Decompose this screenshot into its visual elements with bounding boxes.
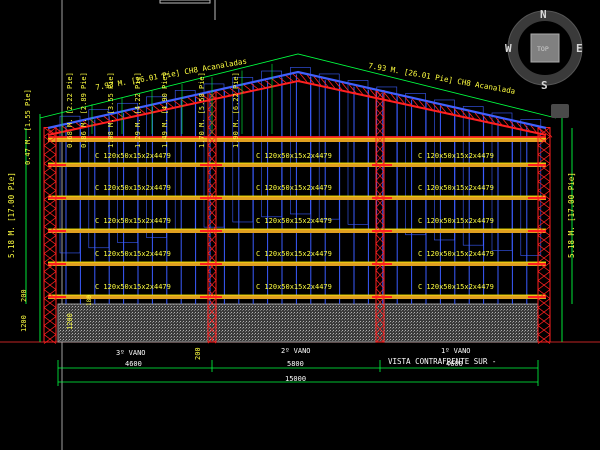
girt-panel	[261, 70, 282, 218]
roof-dim-right: 7.93 M. [26.01 Pie] CH8 Acanalada	[368, 61, 516, 96]
side-dim-right: 5.18 M. [17.00 Pie]	[567, 172, 576, 258]
roof-web	[544, 128, 553, 138]
roof-web	[271, 78, 280, 85]
roof-web	[250, 83, 259, 90]
purlin-label: C 120x50x15x2x4479	[256, 250, 332, 258]
roof-bottom-chord	[47, 79, 547, 136]
bay-2-dim: 5800	[287, 360, 304, 368]
purlin-band	[48, 196, 546, 200]
view-title: VISTA CONTRAFRENTE SUR -	[388, 357, 496, 366]
viewcube-west[interactable]: W	[505, 42, 512, 55]
vertical-dim-label: 1.49 M. [4.90 Pie]	[161, 72, 169, 148]
purlin-label: C 120x50x15x2x4479	[256, 152, 332, 160]
small-dim-right: 180	[86, 295, 93, 306]
viewcube[interactable]: TOP N S E W	[505, 8, 583, 118]
small-dim-left-top: 200	[20, 289, 28, 302]
small-dim-left-inner: 1200	[66, 313, 74, 330]
small-dim-mid: 200	[194, 347, 202, 360]
roof-web	[124, 111, 133, 118]
roof-web	[152, 105, 161, 112]
purlin-band	[48, 262, 546, 266]
purlin-label: C 120x50x15x2x4479	[418, 250, 494, 258]
vertical-dim-label: 1.29 M. [4.22 Pie]	[134, 72, 142, 148]
vertical-dim-label: 1.90 M. [6.22 Pie]	[232, 72, 240, 148]
viewcube-east[interactable]: E	[576, 42, 583, 55]
purlin-label: C 120x50x15x2x4479	[95, 217, 171, 225]
purlin-label: C 120x50x15x2x4479	[95, 184, 171, 192]
column-outline	[43, 127, 57, 343]
purlin-label: C 120x50x15x2x4479	[256, 184, 332, 192]
side-dim-left: 5.18 M. [17.00 Pie]	[7, 172, 16, 258]
bay-3-name: 3º VANO	[116, 349, 146, 357]
roof-web	[215, 91, 224, 98]
purlin-label: C 120x50x15x2x4479	[256, 283, 332, 291]
total-dim: 15000	[285, 375, 306, 383]
roof-web	[285, 75, 294, 82]
purlin-labels: C 120x50x15x2x4479 C 120x50x15x2x4479 C 12…	[95, 152, 494, 291]
foundation-hatch	[57, 303, 539, 343]
bay-1-name: 1º VANO	[441, 347, 471, 355]
vertical-dim-label: 1.08 M. [3.55 Pie]	[107, 72, 115, 148]
purlin-label: C 120x50x15x2x4479	[418, 184, 494, 192]
bay-2-name: 2º VANO	[281, 347, 311, 355]
purlin-band	[48, 229, 546, 233]
girt-panel	[174, 90, 196, 233]
title-block-fragment	[159, 0, 216, 20]
purlin-label: C 120x50x15x2x4479	[418, 217, 494, 225]
viewcube-menu-button[interactable]	[551, 104, 569, 118]
viewcube-north[interactable]: N	[540, 8, 547, 21]
small-dim-left-bottom: 1200	[20, 315, 28, 332]
viewcube-south[interactable]: S	[541, 79, 548, 92]
purlin-label: C 120x50x15x2x4479	[95, 250, 171, 258]
purlin-label: C 120x50x15x2x4479	[95, 283, 171, 291]
purlin-band	[48, 163, 546, 167]
cad-drawing-canvas[interactable]: C 120x50x15x2x4479 C 120x50x15x2x4479 C 12…	[0, 0, 600, 450]
vertical-dim-label: 0.47 M. [1.55 Pie]	[24, 89, 32, 165]
vertical-dim-label: 1.70 M. [5.58 Pie]	[198, 72, 206, 148]
girt-panel	[347, 80, 369, 225]
vertical-dim-label: 0.68 M. [2.22 Pie]	[66, 72, 74, 148]
roof-web	[187, 97, 196, 104]
column-outline	[537, 127, 551, 343]
roof-web	[243, 84, 252, 91]
purlin-label: C 120x50x15x2x4479	[418, 152, 494, 160]
bay-3-dim: 4600	[125, 360, 142, 368]
purlin-band	[48, 295, 546, 299]
purlin-label: C 120x50x15x2x4479	[95, 152, 171, 160]
purlin-label: C 120x50x15x2x4479	[418, 283, 494, 291]
purlin-label: C 120x50x15x2x4479	[256, 217, 332, 225]
roof-dim-left: 7.93 M. [26.01 Pie] CH8 Acanaladas	[95, 56, 248, 92]
roof-web	[264, 80, 273, 87]
vertical-dim-label: 0.86 M. [2.89 Pie]	[80, 72, 88, 148]
purlin-band	[48, 138, 546, 142]
viewcube-top-label: TOP	[537, 45, 549, 53]
